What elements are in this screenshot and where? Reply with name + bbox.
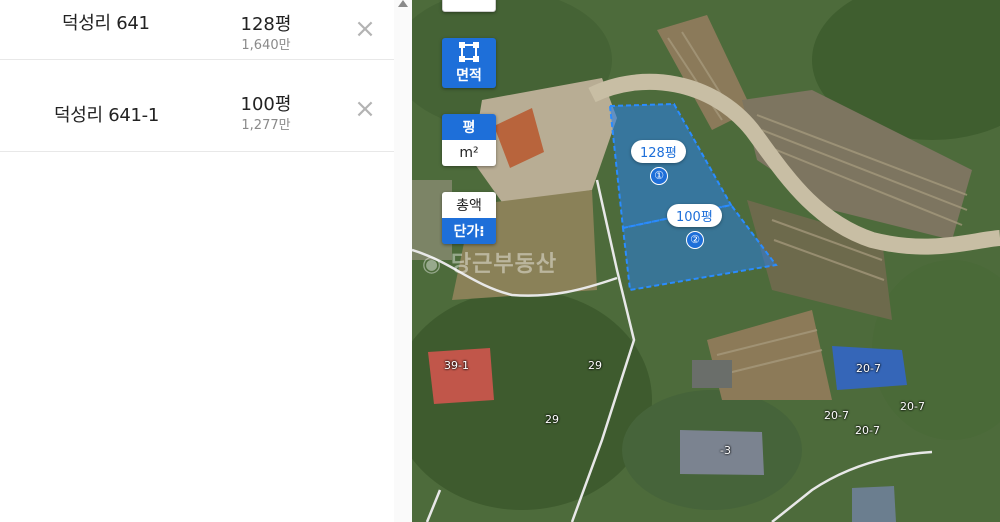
triangle-up-icon[interactable] <box>398 0 408 7</box>
area-button-label: 면적 <box>456 68 482 84</box>
delete-parcel-button[interactable]: × <box>352 16 378 42</box>
close-icon: × <box>354 94 376 124</box>
parcel-price: 1,277만 <box>241 118 291 133</box>
parcel-row-1[interactable]: 덕성리 641 128평 1,640만 × <box>0 0 394 60</box>
parcel-area: 100평 <box>240 94 292 115</box>
parcel-name: 덕성리 641-1 <box>54 104 160 126</box>
app-root: 덕성리 641 128평 1,640만 × 덕성리 641-1 100평 1,2… <box>0 0 1000 522</box>
lot-label: 20-7 <box>900 400 925 413</box>
scrollbar[interactable] <box>394 0 412 522</box>
parcel-row-2[interactable]: 덕성리 641-1 100평 1,277만 × <box>0 76 394 152</box>
lot-label: 29 <box>588 359 602 372</box>
price-option-unit[interactable]: 단가⁝ <box>442 218 496 244</box>
delete-parcel-button[interactable]: × <box>352 96 378 122</box>
map-control-button[interactable] <box>442 0 496 12</box>
carrot-icon: ◉ <box>422 252 451 277</box>
lot-label: 29 <box>545 413 559 426</box>
unit-toggle: 평 m² <box>442 114 496 166</box>
parcel-area: 128평 <box>240 14 292 35</box>
lot-label: 20-7 <box>856 362 881 375</box>
area-measure-button[interactable]: 면적 <box>442 38 496 88</box>
price-toggle: 총액 단가⁝ <box>442 192 496 244</box>
close-icon: × <box>354 14 376 44</box>
watermark: ◉ 당근부동산 <box>422 246 557 278</box>
parcel-2-area-label[interactable]: 100평 <box>667 204 722 227</box>
satellite-map[interactable]: 면적 평 m² 총액 단가⁝ 128평 ① 100평 ② ◉ 당근부동산 39-… <box>412 0 1000 522</box>
square-select-icon <box>459 42 479 62</box>
price-option-total[interactable]: 총액 <box>442 192 496 218</box>
parcel-name: 덕성리 641 <box>62 12 150 34</box>
watermark-text: 당근부동산 <box>450 252 558 277</box>
unit-option-m2[interactable]: m² <box>442 140 496 166</box>
parcel-list-panel: 덕성리 641 128평 1,640만 × 덕성리 641-1 100평 1,2… <box>0 0 412 522</box>
lot-label: -3 <box>720 444 731 457</box>
lot-label: 20-7 <box>824 409 849 422</box>
parcel-price: 1,640만 <box>241 38 291 53</box>
parcel-1-area-label[interactable]: 128평 <box>631 140 686 163</box>
unit-option-pyeong[interactable]: 평 <box>442 114 496 140</box>
lot-label: 39-1 <box>444 359 469 372</box>
parcel-2-number: ② <box>686 231 704 249</box>
parcel-1-number: ① <box>650 167 668 185</box>
lot-label: 20-7 <box>855 424 880 437</box>
